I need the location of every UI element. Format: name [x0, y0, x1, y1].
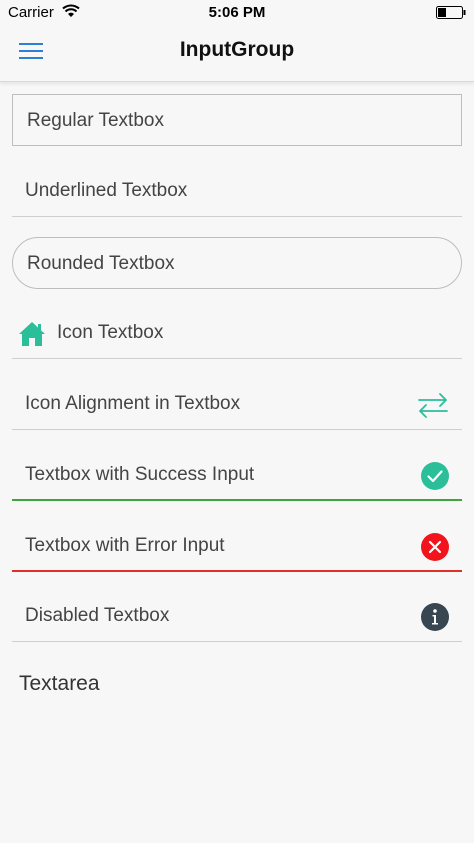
disabled-textbox: Disabled Textbox	[12, 590, 462, 642]
battery-icon	[436, 6, 466, 19]
checkmark-circle-icon	[421, 462, 449, 490]
rounded-textbox-placeholder: Rounded Textbox	[27, 253, 175, 274]
clock: 5:06 PM	[208, 4, 266, 21]
icon-alignment-textbox-placeholder: Icon Alignment in Textbox	[25, 393, 241, 414]
disabled-textbox-placeholder: Disabled Textbox	[25, 605, 170, 626]
swap-arrows-icon	[418, 393, 448, 418]
error-textbox-placeholder: Textbox with Error Input	[25, 535, 225, 556]
icon-textbox-placeholder: Icon Textbox	[57, 322, 164, 343]
success-textbox[interactable]: Textbox with Success Input	[12, 449, 462, 501]
underlined-textbox[interactable]: Underlined Textbox	[12, 165, 462, 217]
rounded-textbox[interactable]: Rounded Textbox	[12, 237, 462, 289]
status-bar: Carrier 5:06 PM	[0, 0, 474, 26]
error-textbox[interactable]: Textbox with Error Input	[12, 520, 462, 572]
underlined-textbox-placeholder: Underlined Textbox	[25, 180, 188, 201]
home-icon	[19, 322, 45, 346]
success-textbox-placeholder: Textbox with Success Input	[25, 464, 255, 485]
info-circle-icon	[421, 603, 449, 631]
page-title: InputGroup	[179, 38, 295, 61]
regular-textbox[interactable]: Regular Textbox	[12, 94, 462, 146]
icon-alignment-textbox[interactable]: Icon Alignment in Textbox	[12, 378, 462, 430]
close-circle-icon	[421, 533, 449, 561]
icon-textbox[interactable]: Icon Textbox	[12, 307, 462, 359]
textarea-field[interactable]: Textarea	[19, 672, 100, 696]
regular-textbox-placeholder: Regular Textbox	[27, 110, 164, 131]
nav-bar: InputGroup	[0, 26, 474, 82]
